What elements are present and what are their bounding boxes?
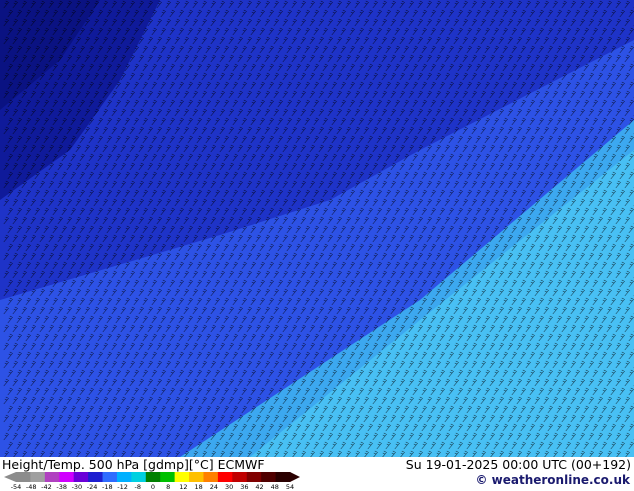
legend-arrow-left	[4, 472, 16, 482]
legend-swatch	[73, 472, 89, 482]
legend-swatch	[189, 472, 204, 482]
legend-swatch	[275, 472, 291, 482]
legend-swatch	[217, 472, 233, 482]
legend-swatch	[116, 472, 132, 482]
legend-swatch	[160, 472, 176, 482]
legend-swatch	[16, 472, 31, 482]
legend-arrow-right	[290, 472, 300, 482]
legend-swatch	[246, 472, 262, 482]
forecast-datetime: Su 19-01-2025 00:00 UTC (00+192)	[405, 457, 631, 472]
legend-swatch	[30, 472, 46, 482]
map-canvas	[0, 0, 634, 457]
legend-swatch	[131, 472, 147, 482]
legend-swatch	[174, 472, 190, 482]
legend-swatch	[88, 472, 104, 482]
color-legend: -54 -48 -42 -38 -30 -24 -18 -12 -8 0 8 12 18 24 30 36 42…	[2, 470, 302, 491]
legend-swatch	[261, 472, 277, 482]
legend-swatch	[232, 472, 248, 482]
legend-swatch	[203, 472, 219, 482]
credit-link[interactable]: © weatheronline.co.uk	[475, 473, 630, 487]
legend-swatch	[145, 472, 161, 482]
legend-swatch	[59, 472, 75, 482]
weather-map	[0, 0, 634, 457]
legend-swatch	[102, 472, 118, 482]
legend-swatch	[44, 472, 60, 482]
